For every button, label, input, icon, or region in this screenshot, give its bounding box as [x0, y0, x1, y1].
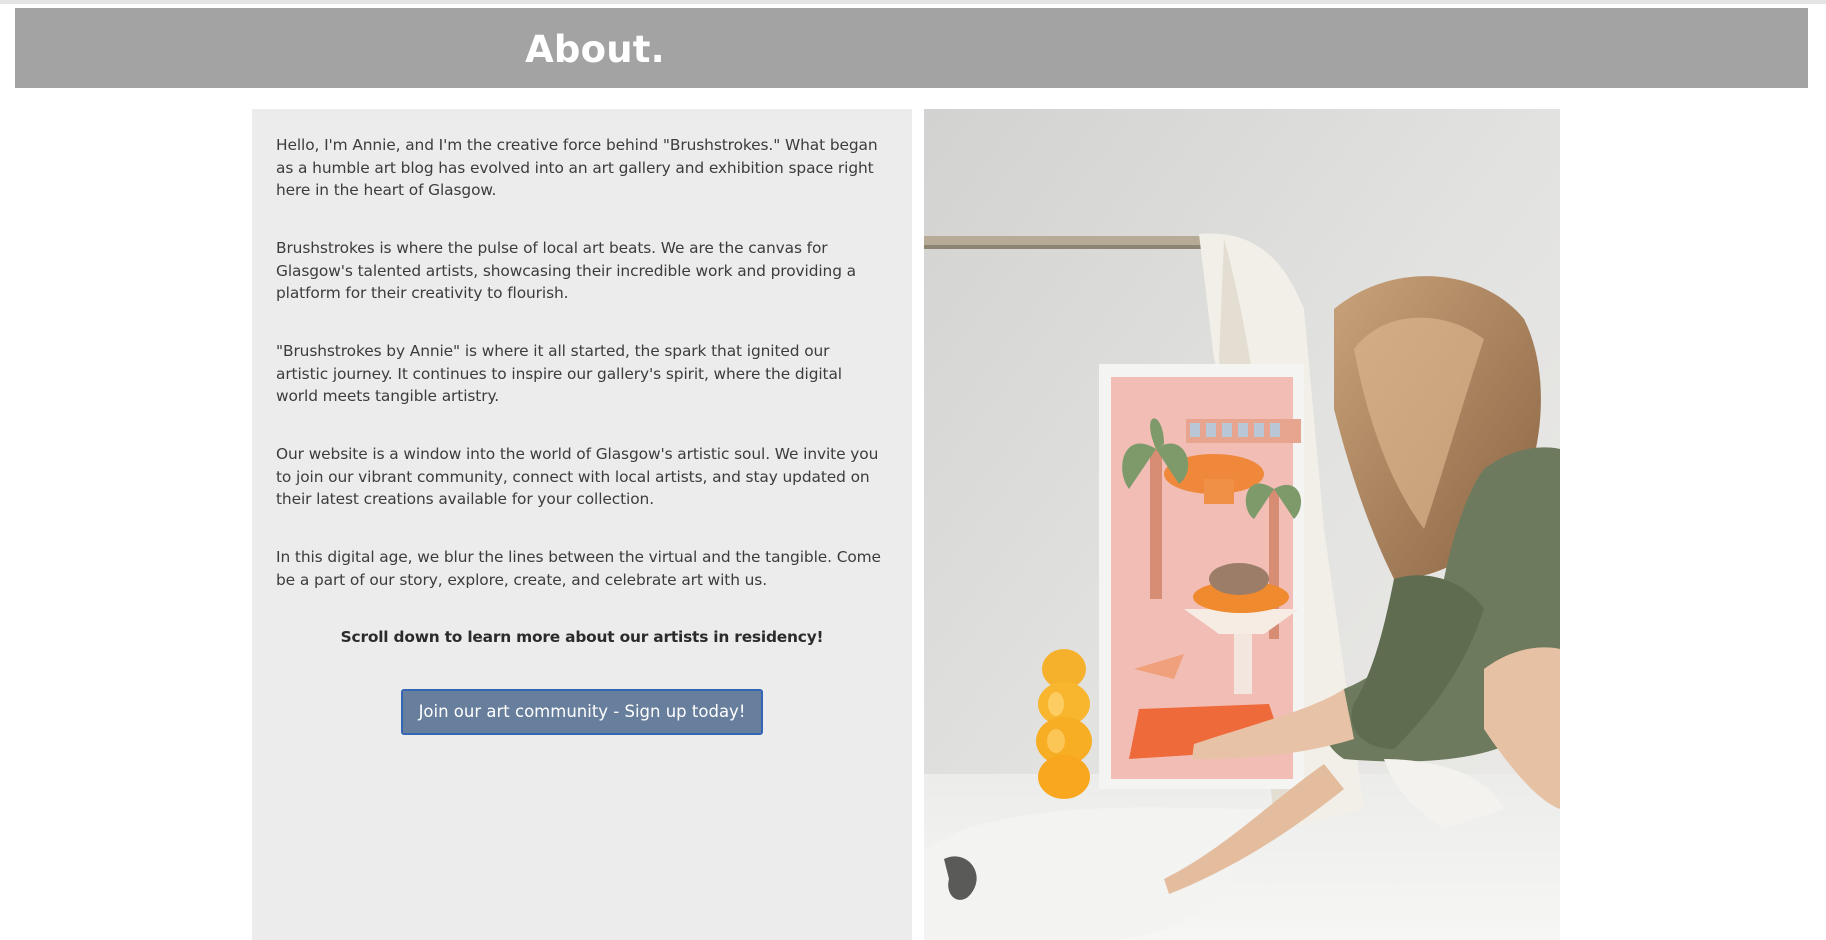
about-paragraph-origin: "Brushstrokes by Annie" is where it all …: [276, 342, 842, 405]
page-header: About.: [15, 8, 1808, 88]
woman-arranging-artwork-image: [924, 109, 1560, 940]
about-paragraph-website: Our website is a window into the world o…: [276, 445, 879, 508]
join-community-button[interactable]: Join our art community - Sign up today!: [401, 689, 763, 735]
artists-residency-cta: Scroll down to learn more about our arti…: [340, 628, 824, 646]
about-paragraph-invite: In this digital age, we blur the lines b…: [276, 548, 881, 589]
page-title: About.: [525, 28, 665, 71]
about-paragraph-intro: Hello, I'm Annie, and I'm the creative f…: [276, 136, 878, 199]
about-text-panel: Hello, I'm Annie, and I'm the creative f…: [252, 109, 912, 940]
top-border: [0, 0, 1826, 4]
about-photo: [924, 109, 1560, 940]
about-paragraph-mission: Brushstrokes is where the pulse of local…: [276, 239, 856, 302]
